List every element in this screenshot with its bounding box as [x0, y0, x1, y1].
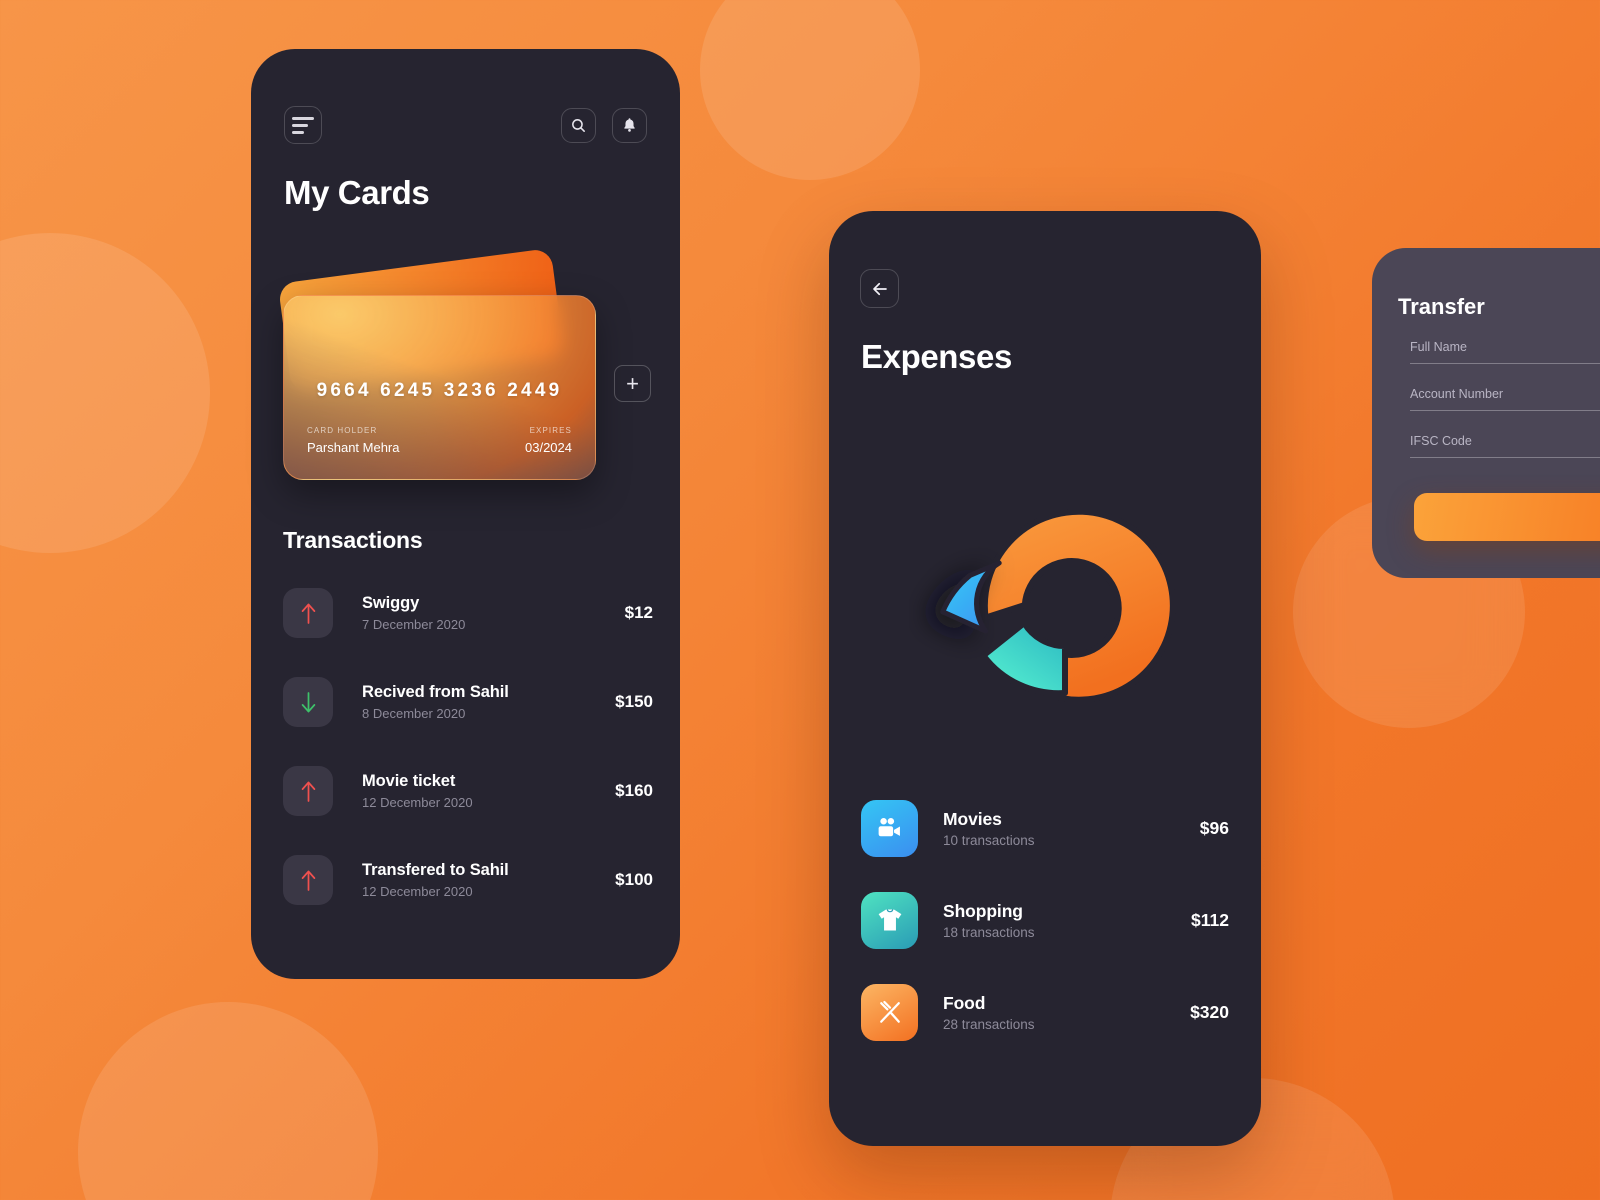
transaction-name: Recived from Sahil: [362, 683, 509, 701]
transaction-row[interactable]: Transfered to Sahil 12 December 2020 $10…: [283, 845, 653, 915]
transaction-name: Swiggy: [362, 594, 420, 612]
transaction-info: Swiggy 7 December 2020: [362, 594, 625, 632]
background-circle-bottomleft: [78, 1002, 378, 1200]
transactions-list: Swiggy 7 December 2020 $12 Recived from …: [283, 578, 653, 934]
search-icon[interactable]: [561, 107, 596, 143]
transaction-date: 12 December 2020: [362, 795, 473, 810]
card-footer: CARD HOLDER Parshant Mehra EXPIRES 03/20…: [307, 426, 572, 455]
hamburger-menu-icon[interactable]: [284, 106, 322, 144]
category-amount: $96: [1199, 817, 1229, 838]
field-placeholder: Full Name: [1410, 340, 1467, 354]
expenses-donut-chart: [859, 421, 1231, 751]
arrow-down-icon: [283, 677, 333, 727]
category-name: Food: [943, 992, 986, 1013]
cutlery-icon: [861, 983, 918, 1041]
expenses-screen: Expenses Movies 10 transactions $96 Shop…: [829, 211, 1261, 1146]
transfer-field[interactable]: IFSC Code: [1410, 434, 1600, 458]
donut-slice-shopping: [980, 620, 1068, 697]
arrow-up-icon: [283, 855, 333, 905]
transaction-row[interactable]: Movie ticket 12 December 2020 $160: [283, 756, 653, 826]
category-name: Shopping: [943, 900, 1023, 921]
transaction-name: Transfered to Sahil: [362, 861, 509, 879]
my-cards-screen: My Cards Transactions Swiggy 7 December …: [251, 49, 680, 979]
arrow-up-icon: [283, 588, 333, 638]
expense-category-row[interactable]: Food 28 transactions $320: [861, 980, 1229, 1044]
transaction-date: 7 December 2020: [362, 617, 466, 632]
page-title: My Cards: [284, 174, 430, 211]
video-camera-icon: [861, 799, 918, 857]
transaction-amount: $100: [615, 870, 653, 889]
category-amount: $320: [1190, 1001, 1229, 1022]
field-placeholder: Account Number: [1410, 387, 1504, 401]
background-circle-left: [0, 233, 210, 553]
expense-category-row[interactable]: Shopping 18 transactions $112: [861, 888, 1229, 952]
transaction-info: Recived from Sahil 8 December 2020: [362, 683, 615, 721]
cards-top-bar: [284, 104, 647, 146]
card-number: 9664 6245 3236 2449: [316, 380, 563, 401]
expense-category-row[interactable]: Movies 10 transactions $96: [861, 796, 1229, 860]
transaction-row[interactable]: Recived from Sahil 8 December 2020 $150: [283, 667, 653, 737]
add-card-button[interactable]: +: [614, 365, 651, 402]
menu-lines-glyph: [292, 116, 314, 134]
transfer-field[interactable]: Full Name: [1410, 340, 1600, 364]
transactions-heading: Transactions: [283, 527, 423, 553]
card-expires-value: 03/2024: [525, 440, 572, 455]
category-amount: $112: [1191, 909, 1229, 930]
credit-card-stack[interactable]: 9664 6245 3236 2449 CARD HOLDER Parshant…: [277, 247, 596, 480]
card-holder-block: CARD HOLDER Parshant Mehra: [307, 426, 400, 455]
expense-category-list: Movies 10 transactions $96 Shopping 18 t…: [861, 796, 1229, 1072]
category-info: Food 28 transactions: [943, 993, 1190, 1032]
arrow-left-icon[interactable]: [860, 269, 899, 308]
category-transaction-count: 18 transactions: [943, 924, 1035, 940]
transaction-amount: $12: [624, 603, 653, 622]
transaction-date: 8 December 2020: [362, 706, 466, 721]
category-info: Shopping 18 transactions: [943, 901, 1191, 940]
transfer-form: Full Name Account Number IFSC Code: [1410, 340, 1600, 481]
credit-card-front[interactable]: 9664 6245 3236 2449 CARD HOLDER Parshant…: [283, 295, 596, 480]
category-transaction-count: 10 transactions: [943, 832, 1035, 848]
card-expiry-block: EXPIRES 03/2024: [525, 426, 572, 455]
arrow-up-icon: [283, 766, 333, 816]
category-name: Movies: [943, 808, 1002, 829]
transfer-screen: Transfer Full Name Account Number IFSC C…: [1372, 248, 1600, 578]
field-underline: [1410, 363, 1600, 364]
field-underline: [1410, 457, 1600, 458]
field-underline: [1410, 410, 1600, 411]
bell-icon[interactable]: [612, 107, 647, 143]
transaction-name: Movie ticket: [362, 772, 456, 790]
card-expires-label: EXPIRES: [529, 426, 572, 435]
transaction-info: Movie ticket 12 December 2020: [362, 772, 615, 810]
transaction-row[interactable]: Swiggy 7 December 2020 $12: [283, 578, 653, 648]
transaction-info: Transfered to Sahil 12 December 2020: [362, 861, 615, 899]
category-transaction-count: 28 transactions: [943, 1016, 1035, 1032]
field-placeholder: IFSC Code: [1410, 434, 1472, 448]
donut-chart-svg: [940, 508, 1176, 703]
category-info: Movies 10 transactions: [943, 809, 1200, 848]
card-holder-label: CARD HOLDER: [307, 426, 378, 435]
transaction-amount: $160: [615, 781, 653, 800]
card-holder-name: Parshant Mehra: [307, 440, 400, 455]
transfer-submit-button[interactable]: Transfer: [1414, 493, 1600, 541]
transfer-field[interactable]: Account Number: [1410, 387, 1600, 411]
tshirt-icon: [861, 891, 918, 949]
page-title: Expenses: [861, 338, 1012, 375]
transaction-amount: $150: [615, 692, 653, 711]
background-circle-topright: [700, 0, 920, 180]
cards-top-actions: [561, 107, 647, 143]
transaction-date: 12 December 2020: [362, 884, 473, 899]
transfer-title: Transfer: [1398, 294, 1485, 319]
